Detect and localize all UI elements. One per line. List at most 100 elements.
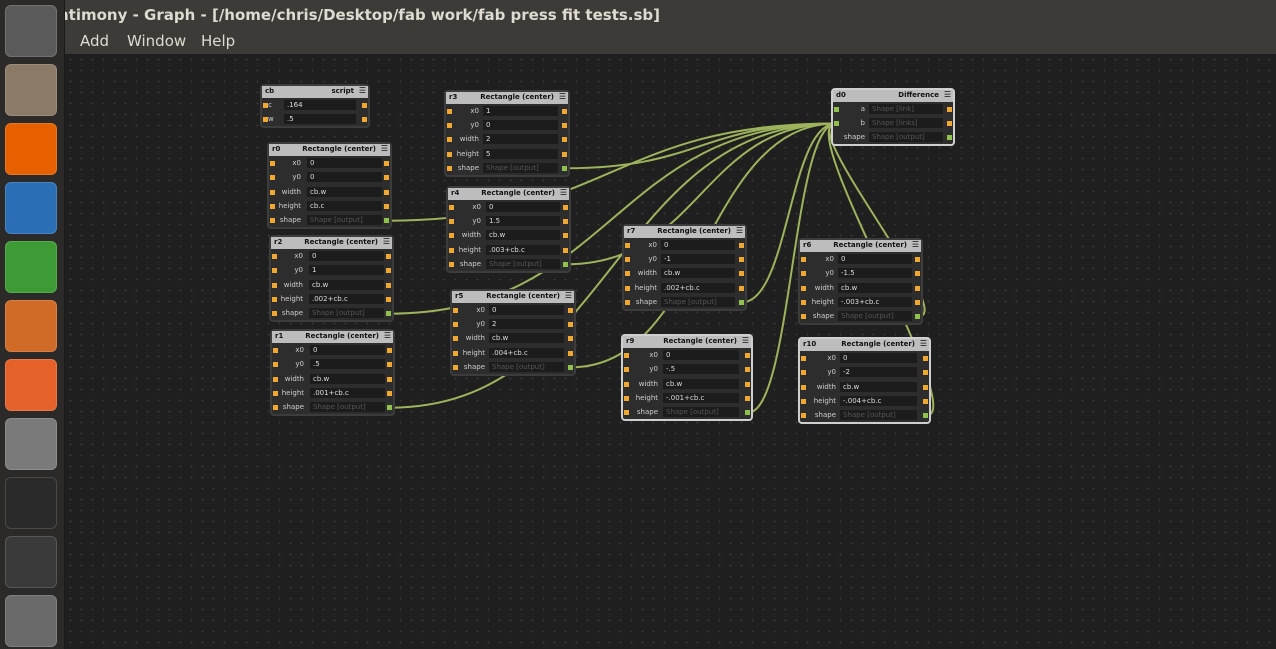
datum-value-field[interactable]: Shape [output] [483, 162, 558, 173]
datum-value-field[interactable]: Shape [output] [310, 402, 385, 413]
datum-value-field[interactable]: Shape [output] [307, 215, 382, 226]
datum-output-port[interactable] [386, 268, 391, 274]
node-menu-icon[interactable]: ☰ [742, 337, 749, 345]
datum-value-field[interactable]: -.001+cb.c [663, 392, 739, 403]
datum-output-port[interactable] [923, 398, 928, 404]
node-menu-icon[interactable]: ☰ [944, 91, 951, 99]
datum-value-field[interactable]: Shape [output] [869, 132, 943, 142]
datum-value-field[interactable]: cb.w [489, 333, 564, 344]
datum-value-field[interactable]: .001+cb.c [310, 387, 385, 398]
datum-output-port[interactable] [563, 219, 568, 225]
node-r0[interactable]: r0 Rectangle (center) ☰ x0 0 y0 0 width cb.w heig… [267, 142, 392, 230]
output-port[interactable] [563, 261, 568, 267]
datum-output-port[interactable] [745, 381, 750, 387]
datum-value-field[interactable]: 0 [309, 251, 384, 261]
output-port[interactable] [384, 218, 389, 224]
datum-value-field[interactable]: 0 [840, 353, 917, 363]
datum-output-port[interactable] [568, 336, 573, 342]
datum-value-field[interactable]: cb.w [310, 373, 385, 384]
system-settings-icon[interactable] [5, 418, 57, 470]
output-port[interactable] [923, 413, 928, 419]
datum-output-port[interactable] [563, 205, 568, 210]
node-menu-icon[interactable]: ☰ [559, 93, 566, 101]
datum-value-field[interactable]: cb.w [309, 279, 384, 290]
datum-value-field[interactable]: -1.5 [838, 268, 912, 279]
node-header[interactable]: r3 Rectangle (center) ☰ [446, 92, 568, 104]
node-d0[interactable]: d0 Difference ☰ a Shape [link] b Shape [links]… [831, 88, 955, 146]
output-port[interactable] [568, 364, 573, 370]
gimp-icon[interactable] [5, 595, 57, 647]
datum-value-field[interactable]: 0 [483, 120, 558, 131]
datum-value-field[interactable]: Shape [output] [840, 410, 917, 421]
datum-value-field[interactable]: -.003+cb.c [838, 296, 912, 307]
files-icon[interactable] [5, 64, 57, 116]
node-cb[interactable]: cb script ☰ c .164 w .5 [260, 84, 370, 128]
menu-add[interactable]: Add [80, 32, 109, 50]
inkscape-icon[interactable] [5, 536, 57, 588]
datum-value-field[interactable]: cb.w [663, 378, 739, 389]
software-center-icon[interactable] [5, 359, 57, 411]
datum-output-port[interactable] [562, 109, 567, 114]
ubuntu-icon[interactable] [5, 5, 57, 57]
datum-output-port[interactable] [923, 384, 928, 390]
node-r5[interactable]: r5 Rectangle (center) ☰ x0 0 y0 2 width cb.w heig… [450, 289, 576, 376]
datum-output-port[interactable] [563, 233, 568, 239]
node-header[interactable]: r6 Rectangle (center) ☰ [800, 240, 921, 252]
datum-output-port[interactable] [362, 103, 367, 108]
calc-icon[interactable] [5, 241, 57, 293]
datum-output-port[interactable] [386, 296, 391, 302]
output-port[interactable] [947, 135, 952, 140]
menu-help[interactable]: Help [201, 32, 235, 50]
node-r7[interactable]: r7 Rectangle (center) ☰ x0 0 y0 -1 width cb.w hei… [622, 224, 747, 311]
output-port[interactable] [915, 314, 920, 320]
node-menu-icon[interactable]: ☰ [359, 87, 366, 95]
datum-value-field[interactable]: .003+cb.c [486, 244, 560, 255]
node-header[interactable]: r10 Rectangle (center) ☰ [800, 339, 929, 351]
datum-value-field[interactable]: 0 [310, 345, 385, 355]
datum-value-field[interactable]: .5 [310, 359, 385, 370]
node-header[interactable]: r0 Rectangle (center) ☰ [269, 144, 390, 156]
output-port[interactable] [745, 410, 750, 416]
datum-output-port[interactable] [739, 285, 744, 291]
impress-icon[interactable] [5, 300, 57, 352]
datum-output-port[interactable] [739, 243, 744, 248]
datum-value-field[interactable]: Shape [output] [661, 296, 735, 307]
datum-value-field[interactable]: .164 [284, 100, 356, 110]
datum-value-field[interactable]: .5 [284, 114, 356, 124]
datum-value-field[interactable]: Shape [links] [869, 118, 943, 128]
node-header[interactable]: r1 Rectangle (center) ☰ [272, 331, 393, 343]
node-header[interactable]: r7 Rectangle (center) ☰ [624, 226, 745, 238]
datum-output-port[interactable] [745, 367, 750, 373]
datum-output-port[interactable] [923, 356, 928, 361]
datum-output-port[interactable] [386, 282, 391, 288]
datum-value-field[interactable]: 1 [483, 106, 558, 116]
node-menu-icon[interactable]: ☰ [384, 332, 391, 340]
datum-value-field[interactable]: 0 [307, 172, 382, 183]
datum-value-field[interactable]: cb.w [838, 282, 912, 293]
datum-value-field[interactable]: 2 [483, 134, 558, 145]
output-port[interactable] [387, 405, 392, 411]
node-menu-icon[interactable]: ☰ [383, 238, 390, 246]
node-r9[interactable]: r9 Rectangle (center) ☰ x0 0 y0 -.5 width cb.w he… [621, 334, 753, 422]
node-r6[interactable]: r6 Rectangle (center) ☰ x0 0 y0 -1.5 width cb.w h… [798, 238, 923, 326]
datum-output-port[interactable] [568, 322, 573, 328]
datum-output-port[interactable] [384, 175, 389, 181]
datum-value-field[interactable]: 0 [661, 240, 735, 250]
node-r10[interactable]: r10 Rectangle (center) ☰ x0 0 y0 -2 width cb.w he… [798, 337, 931, 425]
datum-value-field[interactable]: cb.w [486, 230, 560, 241]
firefox-icon[interactable] [5, 123, 57, 175]
datum-output-port[interactable] [568, 350, 573, 356]
datum-value-field[interactable]: cb.w [840, 381, 917, 392]
datum-value-field[interactable]: 1 [309, 265, 384, 276]
output-port[interactable] [562, 165, 567, 171]
datum-output-port[interactable] [387, 348, 392, 353]
node-header[interactable]: d0 Difference ☰ [833, 90, 953, 102]
node-header[interactable]: r5 Rectangle (center) ☰ [452, 291, 574, 303]
datum-output-port[interactable] [915, 285, 920, 291]
datum-value-field[interactable]: 0 [307, 158, 382, 168]
datum-value-field[interactable]: cb.w [307, 186, 382, 197]
datum-output-port[interactable] [387, 376, 392, 382]
datum-value-field[interactable]: 1.5 [486, 216, 560, 227]
datum-value-field[interactable]: -.5 [663, 364, 739, 375]
node-menu-icon[interactable]: ☰ [565, 292, 572, 300]
